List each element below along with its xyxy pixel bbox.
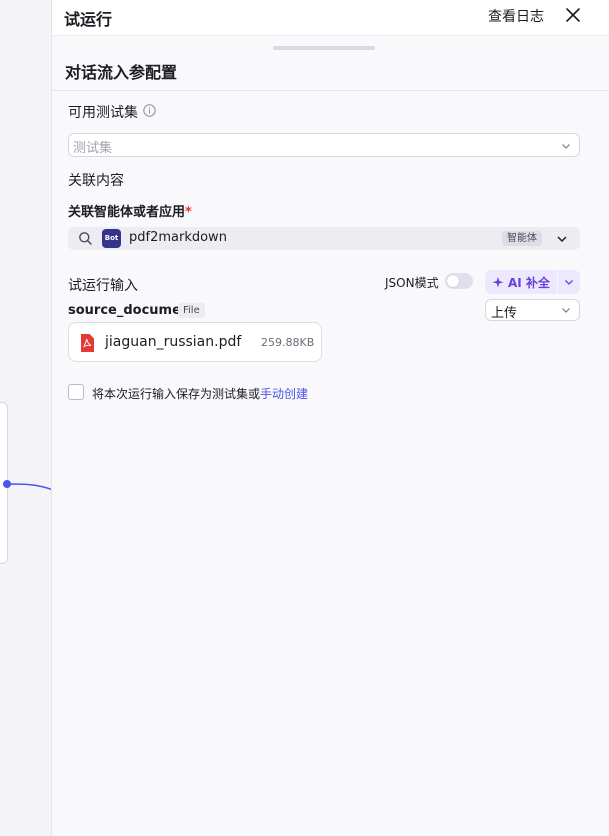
testset-select[interactable]: 测试集 bbox=[68, 133, 580, 157]
manual-create-link[interactable]: 手动创建 bbox=[260, 387, 308, 401]
json-mode-label: JSON模式 bbox=[385, 276, 439, 290]
testset-label: 可用测试集 bbox=[68, 105, 138, 121]
config-section bbox=[52, 38, 609, 836]
ai-complete-button[interactable]: AI 补全 bbox=[485, 270, 557, 294]
chevron-down-icon bbox=[565, 280, 573, 285]
uploaded-file-card[interactable]: jiaguan_russian.pdf 259.88KB bbox=[68, 322, 322, 362]
toggle-knob bbox=[447, 275, 459, 287]
section-title: 对话流入参配置 bbox=[65, 63, 178, 82]
chevron-down-icon[interactable] bbox=[556, 233, 568, 245]
required-mark: * bbox=[185, 205, 192, 220]
sparkle-icon bbox=[492, 277, 504, 288]
view-log-button[interactable]: 查看日志 bbox=[488, 6, 544, 26]
bot-avatar: Bot bbox=[102, 229, 121, 248]
canvas-edge bbox=[7, 483, 53, 491]
chevron-down-icon bbox=[562, 308, 570, 313]
agent-name: pdf2markdown bbox=[129, 230, 227, 245]
ai-complete-label: AI 补全 bbox=[508, 276, 550, 290]
run-input-label: 试运行输入 bbox=[68, 278, 138, 294]
agent-label: 关联智能体或者应用* bbox=[68, 205, 192, 220]
panel-header: 试运行 查看日志 bbox=[52, 0, 609, 36]
chevron-down-icon bbox=[562, 144, 570, 149]
save-testset-checkbox[interactable] bbox=[68, 384, 84, 400]
info-icon[interactable] bbox=[143, 104, 156, 117]
pdf-file-icon bbox=[81, 334, 94, 352]
drag-handle[interactable] bbox=[273, 46, 375, 50]
divider bbox=[52, 90, 609, 91]
related-label: 关联内容 bbox=[68, 173, 124, 189]
agent-type-tag: 智能体 bbox=[502, 231, 542, 246]
close-icon[interactable] bbox=[563, 5, 583, 25]
field-type-tag: File bbox=[178, 303, 205, 318]
file-size: 259.88KB bbox=[261, 336, 315, 349]
save-testset-text: 将本次运行输入保存为测试集或手动创建 bbox=[92, 387, 309, 401]
panel-title: 试运行 bbox=[64, 10, 113, 29]
canvas-port[interactable] bbox=[3, 480, 11, 488]
search-icon bbox=[79, 232, 92, 245]
agent-select[interactable]: Bot pdf2markdown 智能体 bbox=[68, 227, 580, 250]
test-run-panel: 试运行 查看日志 对话流入参配置 可用测试集 测试集 关联内容 关联智能体或者应… bbox=[51, 0, 609, 836]
upload-mode-value: 上传 bbox=[491, 306, 518, 321]
upload-mode-select[interactable]: 上传 bbox=[485, 299, 580, 321]
file-name: jiaguan_russian.pdf bbox=[105, 334, 242, 350]
ai-options-dropdown[interactable] bbox=[558, 270, 580, 294]
testset-placeholder: 测试集 bbox=[73, 141, 113, 156]
json-mode-toggle[interactable] bbox=[445, 273, 473, 289]
